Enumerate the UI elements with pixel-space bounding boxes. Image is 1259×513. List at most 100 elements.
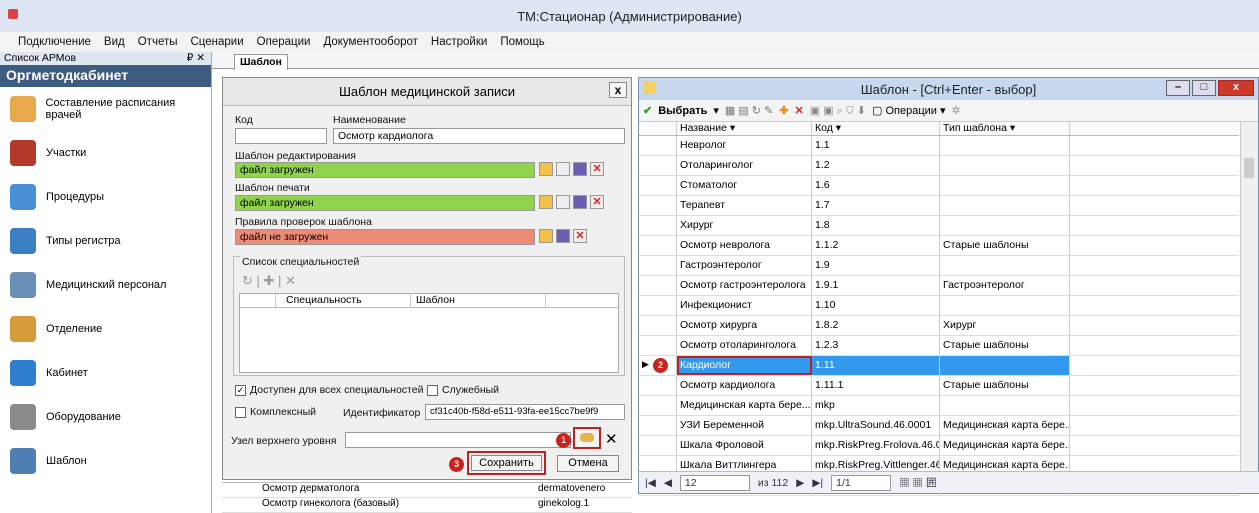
row-header[interactable] (639, 316, 677, 335)
cell-name[interactable]: Осмотр кардиолога (677, 376, 812, 395)
window-close-button[interactable]: x (1218, 80, 1254, 96)
row-header[interactable] (639, 296, 677, 315)
cell-type[interactable]: Медицинская карта бере... (940, 416, 1070, 435)
sidebar-item[interactable]: Медицинский персонал (0, 263, 211, 307)
parent-select-button[interactable] (573, 427, 601, 449)
cell-name[interactable]: Невролог (677, 136, 812, 155)
cell-name[interactable]: Осмотр отоларинголога (677, 336, 812, 355)
cell-name[interactable]: УЗИ Беременной (677, 416, 812, 435)
row-header[interactable] (639, 376, 677, 395)
row-header[interactable] (639, 416, 677, 435)
prev-page-icon[interactable]: ◀ (664, 477, 672, 489)
row-header[interactable] (639, 336, 677, 355)
cell-type[interactable]: Старые шаблоны (940, 376, 1070, 395)
cell-name[interactable]: Шкала Фроловой (677, 436, 812, 455)
cell-type[interactable] (940, 396, 1070, 415)
sidebar-item[interactable]: Типы регистра (0, 219, 211, 263)
sidebar-item[interactable]: Кабинет (0, 351, 211, 395)
cell-code[interactable]: 1.9.1 (812, 276, 940, 295)
cell-code[interactable]: 1.2.3 (812, 336, 940, 355)
sidebar-item[interactable]: Участки (0, 131, 211, 175)
edit-template-field[interactable]: файл загружен (235, 162, 535, 178)
cell-type[interactable] (940, 296, 1070, 315)
delete-icon[interactable]: ✕ (590, 195, 604, 209)
pin-close-icons[interactable]: ₽ ✕ (187, 52, 205, 65)
cell-name[interactable]: Осмотр хирурга (677, 316, 812, 335)
table-row[interactable]: ▶ 2 Кардиолог 1.11 (639, 356, 1239, 376)
table-row[interactable]: Инфекционист 1.10 (639, 296, 1239, 316)
table-row[interactable]: Отоларинголог 1.2 (639, 156, 1239, 176)
menu-item[interactable]: Операции (257, 36, 311, 48)
save-icon[interactable] (573, 195, 587, 209)
menu-item[interactable]: Вид (104, 36, 125, 48)
cell-name[interactable]: Отоларинголог (677, 156, 812, 175)
code-input[interactable] (235, 128, 327, 144)
vertical-scrollbar[interactable] (1240, 122, 1258, 473)
cell-type[interactable] (940, 356, 1070, 375)
cell-code[interactable]: 1.10 (812, 296, 940, 315)
last-page-icon[interactable]: ▶| (812, 477, 823, 489)
maximize-button[interactable]: □ (1192, 80, 1216, 96)
dropdown-icon[interactable]: ▾ (713, 104, 719, 117)
cell-code[interactable]: 1.1 (812, 136, 940, 155)
cell-code[interactable]: 1.11 (812, 356, 940, 375)
menu-item[interactable]: Документооборот (323, 36, 417, 48)
sidebar-item[interactable]: Процедуры (0, 175, 211, 219)
menu-item[interactable]: Настройки (431, 36, 487, 48)
row-header[interactable] (639, 196, 677, 215)
checkbox-icon[interactable] (427, 384, 438, 396)
minimize-button[interactable]: – (1166, 80, 1190, 96)
row-header[interactable] (639, 436, 677, 455)
cell-code[interactable]: mkp.UltraSound.46.0001 (812, 416, 940, 435)
cell-type[interactable] (940, 176, 1070, 195)
sidebar-item[interactable]: Составление расписания врачей (0, 87, 211, 131)
delete-icon[interactable]: ✕ (794, 104, 803, 117)
print-template-field[interactable]: файл загружен (235, 195, 535, 211)
table-row[interactable]: Осмотр невролога 1.1.2 Старые шаблоны (639, 236, 1239, 256)
folder-icon[interactable] (539, 195, 553, 209)
service-checkbox[interactable]: Служебный (427, 384, 499, 396)
cell-name[interactable]: Стоматолог (677, 176, 812, 195)
complex-checkbox[interactable]: Комплексный (235, 406, 316, 418)
tools-icon[interactable]: ✲ (952, 104, 961, 117)
cell-type[interactable]: Гастроэнтеролог (940, 276, 1070, 295)
specialty-column-header[interactable]: Специальность (276, 294, 411, 307)
cell-type[interactable]: Старые шаблоны (940, 236, 1070, 255)
sidebar-item[interactable]: Отделение (0, 307, 211, 351)
close-button[interactable]: x (609, 82, 627, 98)
clear-icon[interactable]: ✕ (605, 430, 618, 448)
row-header[interactable] (639, 156, 677, 175)
table-row[interactable]: Осмотр отоларинголога 1.2.3 Старые шаблоны (639, 336, 1239, 356)
row-header[interactable] (639, 236, 677, 255)
table-row[interactable]: Хирург 1.8 (639, 216, 1239, 236)
sidebar-item[interactable]: Оборудование (0, 395, 211, 439)
delete-icon[interactable]: ✕ (573, 229, 587, 243)
cell-name[interactable]: Осмотр невролога (677, 236, 812, 255)
cell-code[interactable]: mkp (812, 396, 940, 415)
menu-item[interactable]: Сценарии (191, 36, 244, 48)
save-icon[interactable] (573, 162, 587, 176)
scroll-thumb[interactable] (1244, 158, 1254, 178)
cell-name[interactable]: Осмотр гастроэнтеролога (677, 276, 812, 295)
cell-code[interactable]: 1.6 (812, 176, 940, 195)
table-row[interactable]: Невролог 1.1 (639, 136, 1239, 156)
all-specialties-checkbox[interactable]: ✓ Доступен для всех специальностей (235, 384, 423, 396)
sidebar-item[interactable]: Шаблон (0, 439, 211, 483)
table-row[interactable]: Медицинская карта бере... mkp (639, 396, 1239, 416)
table-row[interactable]: Шкала Фроловой mkp.RiskPreg.Frolova.46.0.… (639, 436, 1239, 456)
select-button[interactable]: Выбрать (658, 105, 707, 117)
table-row[interactable]: УЗИ Беременной mkp.UltraSound.46.0001 Меди… (639, 416, 1239, 436)
cell-name[interactable]: Медицинская карта бере... (677, 396, 812, 415)
cell-code[interactable]: 1.7 (812, 196, 940, 215)
toolbar-icons[interactable]: ▦ ▤ ↻ ✎ (725, 104, 773, 117)
row-header[interactable]: ▶ 2 (639, 356, 677, 375)
cell-name[interactable]: Гастроэнтеролог (677, 256, 812, 275)
table-row[interactable]: Терапевт 1.7 (639, 196, 1239, 216)
cell-type[interactable] (940, 156, 1070, 175)
cancel-button[interactable]: Отмена (557, 455, 619, 472)
save-icon[interactable] (556, 229, 570, 243)
folder-icon[interactable] (539, 162, 553, 176)
next-page-icon[interactable]: ▶ (796, 477, 804, 489)
menu-item[interactable]: Отчеты (138, 36, 178, 48)
column-code[interactable]: Код ▾ (812, 122, 940, 135)
